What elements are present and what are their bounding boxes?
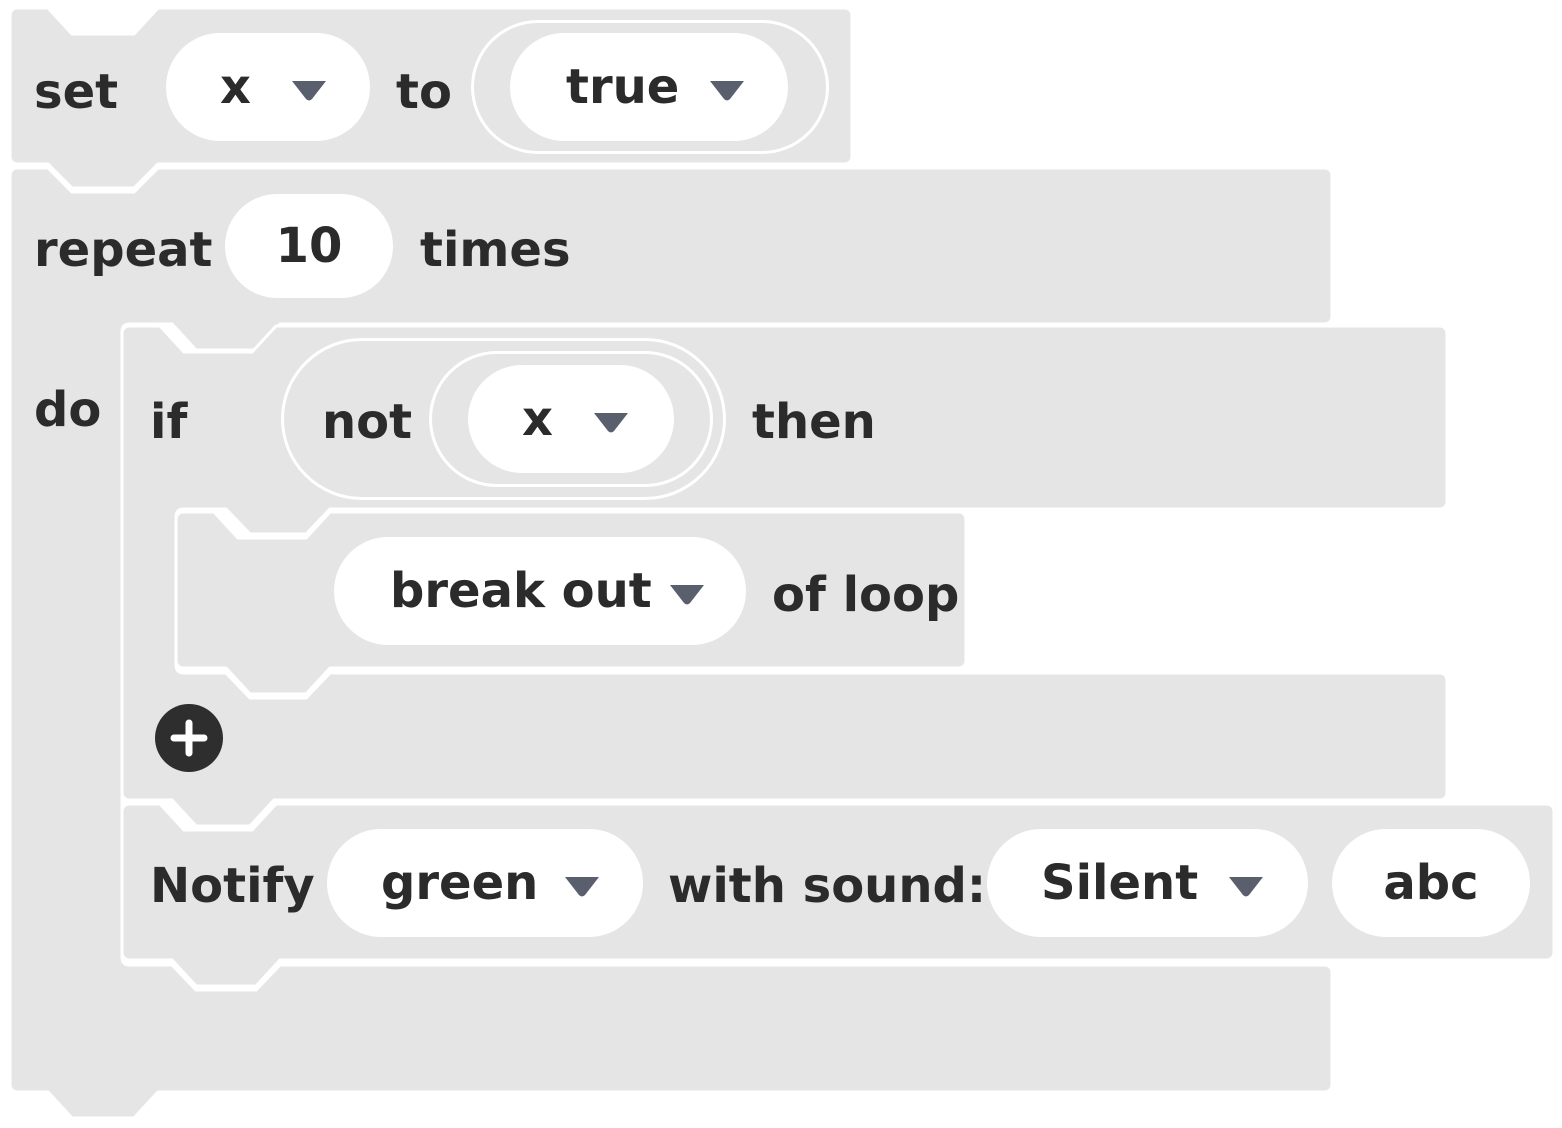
plus-icon <box>170 719 208 757</box>
color-dropdown-label: green <box>381 855 539 911</box>
add-else-button[interactable] <box>155 704 223 772</box>
condition-variable-dropdown[interactable]: x <box>468 365 674 473</box>
boolean-dropdown[interactable]: true <box>510 33 788 141</box>
blocks-canvas <box>8 6 1556 1120</box>
variable-dropdown[interactable]: x <box>166 33 370 141</box>
times-label: times <box>420 222 571 278</box>
chevron-down-icon <box>1229 877 1263 897</box>
chevron-down-icon <box>292 81 326 101</box>
if-keyword: if <box>150 394 188 450</box>
chevron-down-icon <box>565 877 599 897</box>
to-keyword: to <box>396 64 452 120</box>
notify-keyword: Notify <box>150 858 315 914</box>
chevron-down-icon <box>710 81 744 101</box>
repeat-keyword: repeat <box>34 222 213 278</box>
sound-dropdown[interactable]: Silent <box>987 829 1308 937</box>
chevron-down-icon <box>670 585 704 605</box>
do-label: do <box>34 382 102 438</box>
break-type-label: break out <box>390 563 652 619</box>
chevron-down-icon <box>594 413 628 433</box>
then-label: then <box>752 394 876 450</box>
color-dropdown[interactable]: green <box>327 829 643 937</box>
sound-dropdown-label: Silent <box>1041 855 1199 911</box>
boolean-dropdown-label: true <box>566 59 680 115</box>
repeat-count-input[interactable]: 10 <box>225 194 393 298</box>
set-keyword: set <box>34 64 119 120</box>
message-input[interactable]: abc <box>1332 829 1530 937</box>
break-type-dropdown[interactable]: break out <box>334 537 746 645</box>
repeat-count-value: 10 <box>275 218 343 274</box>
not-keyword: not <box>322 394 413 450</box>
of-loop-label: of loop <box>772 567 960 623</box>
condition-variable-label: x <box>522 391 553 447</box>
variable-dropdown-label: x <box>220 59 251 115</box>
message-value: abc <box>1383 855 1479 911</box>
with-sound-label: with sound: <box>668 858 987 914</box>
